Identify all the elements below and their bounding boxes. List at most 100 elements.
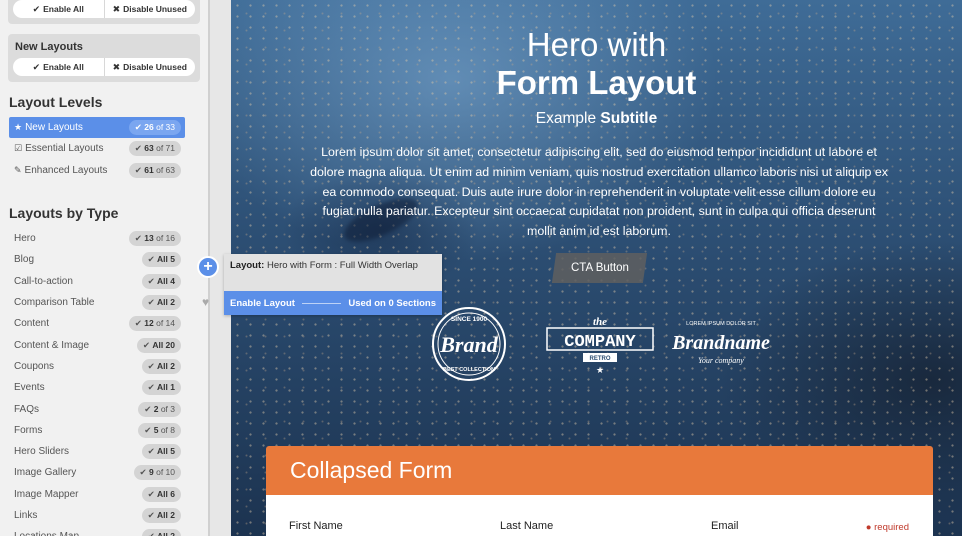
sidebar-row[interactable]: Events ✔ All 1 — [9, 377, 185, 398]
add-layout-button[interactable]: + — [197, 256, 219, 278]
row-label: Content — [14, 318, 50, 330]
count-value: All 4 — [157, 275, 175, 286]
sidebar-row[interactable]: Forms ✔ 5 of 8 — [9, 420, 185, 441]
count-value: 26 — [144, 122, 154, 133]
check-icon: ✔ — [147, 254, 158, 265]
row-label-wrap: Comparison Table — [14, 297, 94, 308]
row-label-wrap: Hero Sliders — [14, 446, 69, 457]
popover-layout-key: Layout: — [230, 260, 265, 271]
sidebar-row[interactable]: Blog ✔ All 5 — [9, 249, 185, 270]
check-icon: ✔ — [147, 510, 158, 520]
sidebar-row[interactable]: Links ✔ All 2 — [9, 505, 185, 526]
row-label: New Layouts — [25, 122, 83, 134]
row-label: Call-to-action — [14, 275, 73, 287]
check-icon: ✔ — [32, 61, 41, 72]
cta-button[interactable]: CTA Button — [551, 253, 648, 283]
row-label: Hero — [14, 233, 36, 245]
sidebar-row[interactable]: Call-to-action ✔ All 4 — [9, 271, 185, 292]
count-value: All 6 — [157, 488, 175, 499]
new-disable-unused-button[interactable]: ✖ Disable Unused — [103, 58, 196, 76]
sidebar-row[interactable]: ☑ Essential Layouts ✔ 63 of 71 — [9, 138, 185, 159]
enable-all-label: Enable All — [43, 62, 84, 72]
row-label: Hero Sliders — [14, 446, 70, 458]
logo-strip: SINCE 1900 Brand BEST COLLECTION the COM… — [421, 305, 781, 385]
sidebar-row[interactable]: Content ✔ 12 of 14 — [9, 313, 185, 334]
company-logo-bottom: RETRO — [590, 356, 611, 362]
sidebar-row[interactable]: FAQs ✔ 2 of 3 — [9, 398, 185, 419]
enable-all-label: Enable All — [43, 4, 84, 14]
count-badge: ✔ All 20 — [136, 337, 181, 353]
count-badge: ✔ All 6 — [141, 486, 181, 502]
check-icon: ✔ — [142, 339, 153, 350]
email-label: Email — [711, 520, 739, 532]
new-enable-all-button[interactable]: ✔ Enable All — [13, 58, 104, 76]
sidebar-row[interactable]: ★ New Layouts ✔ 26 of 33 — [9, 117, 185, 139]
sidebar-row[interactable]: Locations Map ✔ All 2 — [9, 526, 185, 536]
check-icon: ✔ — [144, 424, 154, 435]
row-label: Forms — [14, 424, 43, 436]
sidebar-row[interactable]: Image Gallery ✔ 9 of 10 — [9, 462, 185, 483]
top-disable-unused-button[interactable]: ✖ Disable Unused — [103, 0, 196, 18]
sidebar-row[interactable]: Image Mapper ✔ All 6 — [9, 484, 185, 505]
sidebar-row[interactable]: Comparison Table ✔ All 2 — [9, 292, 185, 313]
brand-logo-bottom: BEST COLLECTION — [443, 367, 495, 373]
x-icon: ✖ — [112, 61, 121, 72]
count-value: 13 — [144, 233, 154, 244]
disable-unused-label: Disable Unused — [123, 62, 187, 72]
brand-logo-top: SINCE 1900 — [451, 316, 488, 323]
hero-subtitle-prefix: Example — [535, 110, 597, 127]
sidebar-row[interactable]: Hero ✔ 13 of 16 — [9, 228, 185, 249]
check-icon: ✔ — [139, 467, 149, 478]
row-label: Events — [14, 382, 45, 394]
count-badge: ✔ 61 of 63 — [128, 162, 181, 178]
hero-subtitle-bold: Subtitle — [600, 110, 658, 127]
count-badge: ✔ 9 of 10 — [133, 465, 181, 481]
brandname-logo: LOREM IPSUM DOLOR SIT Brandname Your com… — [671, 321, 770, 365]
popover-footer: Enable Layout Used on 0 Sections — [224, 291, 442, 315]
top-enable-all-button[interactable]: ✔ Enable All — [13, 0, 104, 18]
form-body: First Name Last Name Email ● required — [266, 495, 933, 536]
check-icon: ✔ — [147, 275, 158, 286]
sidebar-row[interactable]: Coupons ✔ All 2 — [9, 356, 185, 377]
sidebar-row[interactable]: ✎ Enhanced Layouts ✔ 61 of 63 — [9, 160, 185, 181]
brand-logo-main: Brand — [439, 332, 498, 357]
brand-logo: SINCE 1900 Brand BEST COLLECTION — [432, 307, 506, 381]
layout-sidebar: ✔ Enable All ✖ Disable Unused New Layout… — [0, 0, 208, 536]
row-label-wrap: Content & Image — [14, 340, 89, 351]
new-layouts-group-title: New Layouts — [15, 41, 83, 53]
count-value: 9 — [148, 467, 154, 478]
row-label: Image Mapper — [14, 488, 79, 500]
sidebar-row[interactable]: Content & Image ✔ All 20 — [9, 334, 185, 355]
row-label-wrap: Image Mapper — [14, 489, 78, 500]
row-label: Locations Map — [14, 531, 79, 536]
count-total: of 71 — [156, 143, 175, 154]
count-value: All 5 — [157, 254, 175, 265]
check-icon: ✔ — [147, 488, 158, 499]
enable-layout-button[interactable]: Enable Layout — [230, 298, 295, 309]
favorite-heart-icon[interactable]: ♥ — [202, 295, 209, 309]
row-label-wrap: Content — [14, 318, 49, 329]
count-value: All 2 — [157, 297, 175, 308]
check-icon: ✔ — [144, 403, 154, 414]
sidebar-row[interactable]: Hero Sliders ✔ All 5 — [9, 441, 185, 462]
row-label: Coupons — [14, 360, 55, 372]
form-header[interactable]: Collapsed Form — [266, 446, 933, 495]
hero-title-line1: Hero with — [526, 26, 667, 63]
popover-divider — [301, 302, 342, 304]
row-label-wrap: Forms — [14, 425, 42, 436]
row-label-wrap: ✎ Enhanced Layouts — [14, 165, 107, 176]
row-label: Essential Layouts — [25, 143, 104, 155]
count-total: of 3 — [160, 403, 175, 414]
check-icon: ✔ — [134, 143, 145, 154]
count-value: All 2 — [157, 510, 175, 520]
count-badge: ✔ 13 of 16 — [128, 231, 181, 247]
row-label: FAQs — [14, 403, 40, 415]
disable-unused-label: Disable Unused — [123, 4, 187, 14]
row-label-wrap: Links — [14, 510, 37, 521]
company-logo-top: the — [593, 316, 607, 328]
row-label: Content & Image — [14, 339, 90, 351]
row-label-wrap: Call-to-action — [14, 276, 73, 287]
cta-label: CTA Button — [570, 262, 629, 274]
last-name-label: Last Name — [500, 520, 554, 532]
first-name-label: First Name — [289, 520, 343, 532]
